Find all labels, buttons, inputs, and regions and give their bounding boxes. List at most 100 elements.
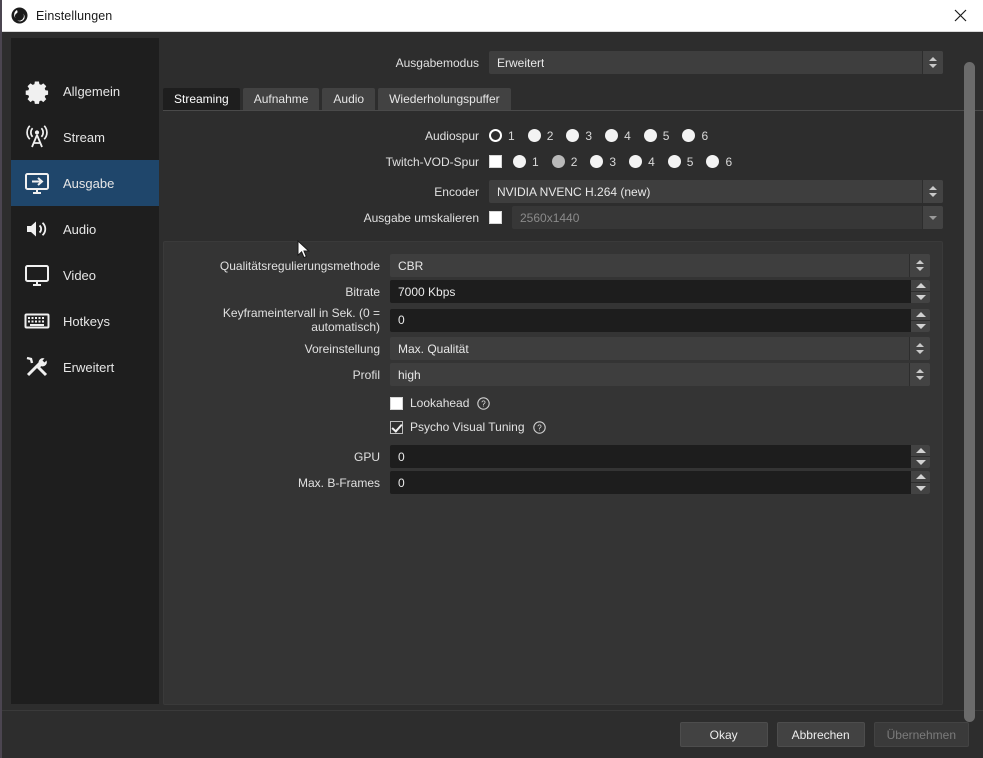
preset-combobox[interactable]: Max. Qualität [390,337,930,360]
tab-audio[interactable]: Audio [322,88,376,110]
radio-icon [489,129,502,142]
svg-text:?: ? [537,423,542,432]
gear-icon [23,77,51,105]
spinner-arrows-icon[interactable] [922,180,943,203]
close-icon[interactable] [937,0,983,31]
audio-track-option-3[interactable]: 3 [566,129,592,143]
audio-track-option-1[interactable]: 1 [489,129,515,143]
stepper-arrows-icon[interactable] [911,280,930,303]
radio-icon [590,155,604,168]
radio-icon [513,155,526,168]
vertical-scrollbar[interactable] [964,40,975,722]
output-mode-label: Ausgabemodus [395,55,479,70]
lookahead-checkbox[interactable] [390,396,403,410]
svg-text:?: ? [482,399,487,408]
spinner-arrows-icon[interactable] [922,51,943,74]
ok-button[interactable]: Okay [679,722,768,747]
cancel-button[interactable]: Abbrechen [776,722,865,747]
radio-icon [643,129,657,142]
monitor-icon [23,261,51,289]
settings-body: Allgemein Stream Ausgabe Audio Video Hot… [2,32,983,722]
stepper-arrows-icon[interactable] [911,445,930,468]
rate-control-combobox[interactable]: CBR [390,254,930,277]
stepper-arrows-icon[interactable] [911,471,930,494]
preset-label: Voreinstellung [304,341,380,356]
vod-track-option-5[interactable]: 5 [667,155,693,169]
tab-wiederholungspuffer[interactable]: Wiederholungspuffer [378,88,511,110]
keyboard-icon [23,307,51,335]
sidebar-item-label: Hotkeys [63,313,110,329]
bitrate-value: 7000 Kbps [398,284,456,299]
sidebar-item-hotkeys[interactable]: Hotkeys [11,298,159,344]
radio-icon [667,155,681,168]
vod-track-option-1[interactable]: 1 [513,155,539,169]
max-bframes-label: Max. B-Frames [297,475,380,490]
spinner-arrows-icon[interactable] [909,337,930,360]
scrollbar-thumb[interactable] [964,62,975,722]
psycho-visual-tuning-checkbox[interactable] [390,420,403,434]
profile-combobox[interactable]: high [390,363,930,386]
audio-track-option-4[interactable]: 4 [605,129,631,143]
rescale-label: Ausgabe umskalieren [363,210,479,225]
gpu-value: 0 [398,449,405,464]
title-bar: Einstellungen [2,0,983,32]
encoder-combobox[interactable]: NVIDIA NVENC H.264 (new) [489,180,943,203]
keyframe-interval-row: Keyframeintervall in Sek. (0 = automatis… [164,306,942,334]
bitrate-spinbox[interactable]: 7000 Kbps [390,280,930,303]
sidebar-item-label: Video [63,267,97,283]
tab-streaming[interactable]: Streaming [163,88,240,110]
output-mode-combobox[interactable]: Erweitert [489,51,943,74]
radio-icon [551,155,565,168]
stepper-arrows-icon[interactable] [911,308,930,332]
sidebar-item-label: Allgemein [63,83,121,99]
tab-aufnahme[interactable]: Aufnahme [242,88,320,110]
radio-icon [629,155,643,168]
sidebar-item-ausgabe[interactable]: Ausgabe [11,160,159,206]
sidebar-item-allgemein[interactable]: Allgemein [11,68,159,114]
vod-track-option-2[interactable]: 2 [551,155,577,169]
help-icon[interactable]: ? [532,420,546,434]
profile-value: high [398,367,421,382]
audio-track-option-6[interactable]: 6 [682,129,708,143]
output-mode-value: Erweitert [497,55,545,70]
spinner-arrows-icon[interactable] [909,254,930,277]
gpu-spinbox[interactable]: 0 [390,445,930,468]
sidebar-item-label: Ausgabe [63,175,115,191]
rescale-combobox: 2560x1440 [512,206,943,229]
rescale-checkbox[interactable] [489,211,502,224]
sidebar-item-erweitert[interactable]: Erweitert [11,344,159,390]
settings-main-panel: Ausgabemodus Erweitert Streaming Aufnahm… [159,32,983,722]
preset-row: Voreinstellung Max. Qualität [164,337,942,360]
vod-track-option-3[interactable]: 3 [590,155,616,169]
rate-control-row: Qualitätsregulierungsmethode CBR [164,254,942,277]
vod-track-option-6[interactable]: 6 [706,155,732,169]
audio-track-option-2[interactable]: 2 [527,129,553,143]
preset-value: Max. Qualität [398,341,469,356]
settings-window: Einstellungen Allgemein Stream Ausgabe A… [0,0,983,758]
audio-track-row: Audiospur 1 2 3 4 5 6 [159,124,943,147]
chevron-down-icon [922,206,943,229]
sidebar-item-audio[interactable]: Audio [11,206,159,252]
help-icon[interactable]: ? [477,396,491,410]
sidebar-item-stream[interactable]: Stream [11,114,159,160]
broadcast-icon [23,123,51,151]
rate-control-value: CBR [398,258,424,273]
tools-icon [23,353,51,381]
gpu-label: GPU [353,449,380,464]
vod-track-checkbox[interactable] [489,155,502,168]
psycho-visual-tuning-row: Psycho Visual Tuning ? [164,416,942,438]
keyframe-interval-spinbox[interactable]: 0 [390,308,930,332]
sidebar-item-label: Stream [63,129,105,145]
max-bframes-value: 0 [398,475,405,490]
bitrate-row: Bitrate 7000 Kbps [164,280,942,303]
radio-icon [566,129,580,142]
encoder-value: NVIDIA NVENC H.264 (new) [497,184,651,199]
sidebar-item-label: Audio [63,221,97,237]
sidebar-item-video[interactable]: Video [11,252,159,298]
audio-track-option-5[interactable]: 5 [643,129,669,143]
profile-row: Profil high [164,363,942,386]
vod-track-option-4[interactable]: 4 [629,155,655,169]
max-bframes-spinbox[interactable]: 0 [390,471,930,494]
spinner-arrows-icon[interactable] [909,363,930,386]
radio-icon [682,129,696,142]
